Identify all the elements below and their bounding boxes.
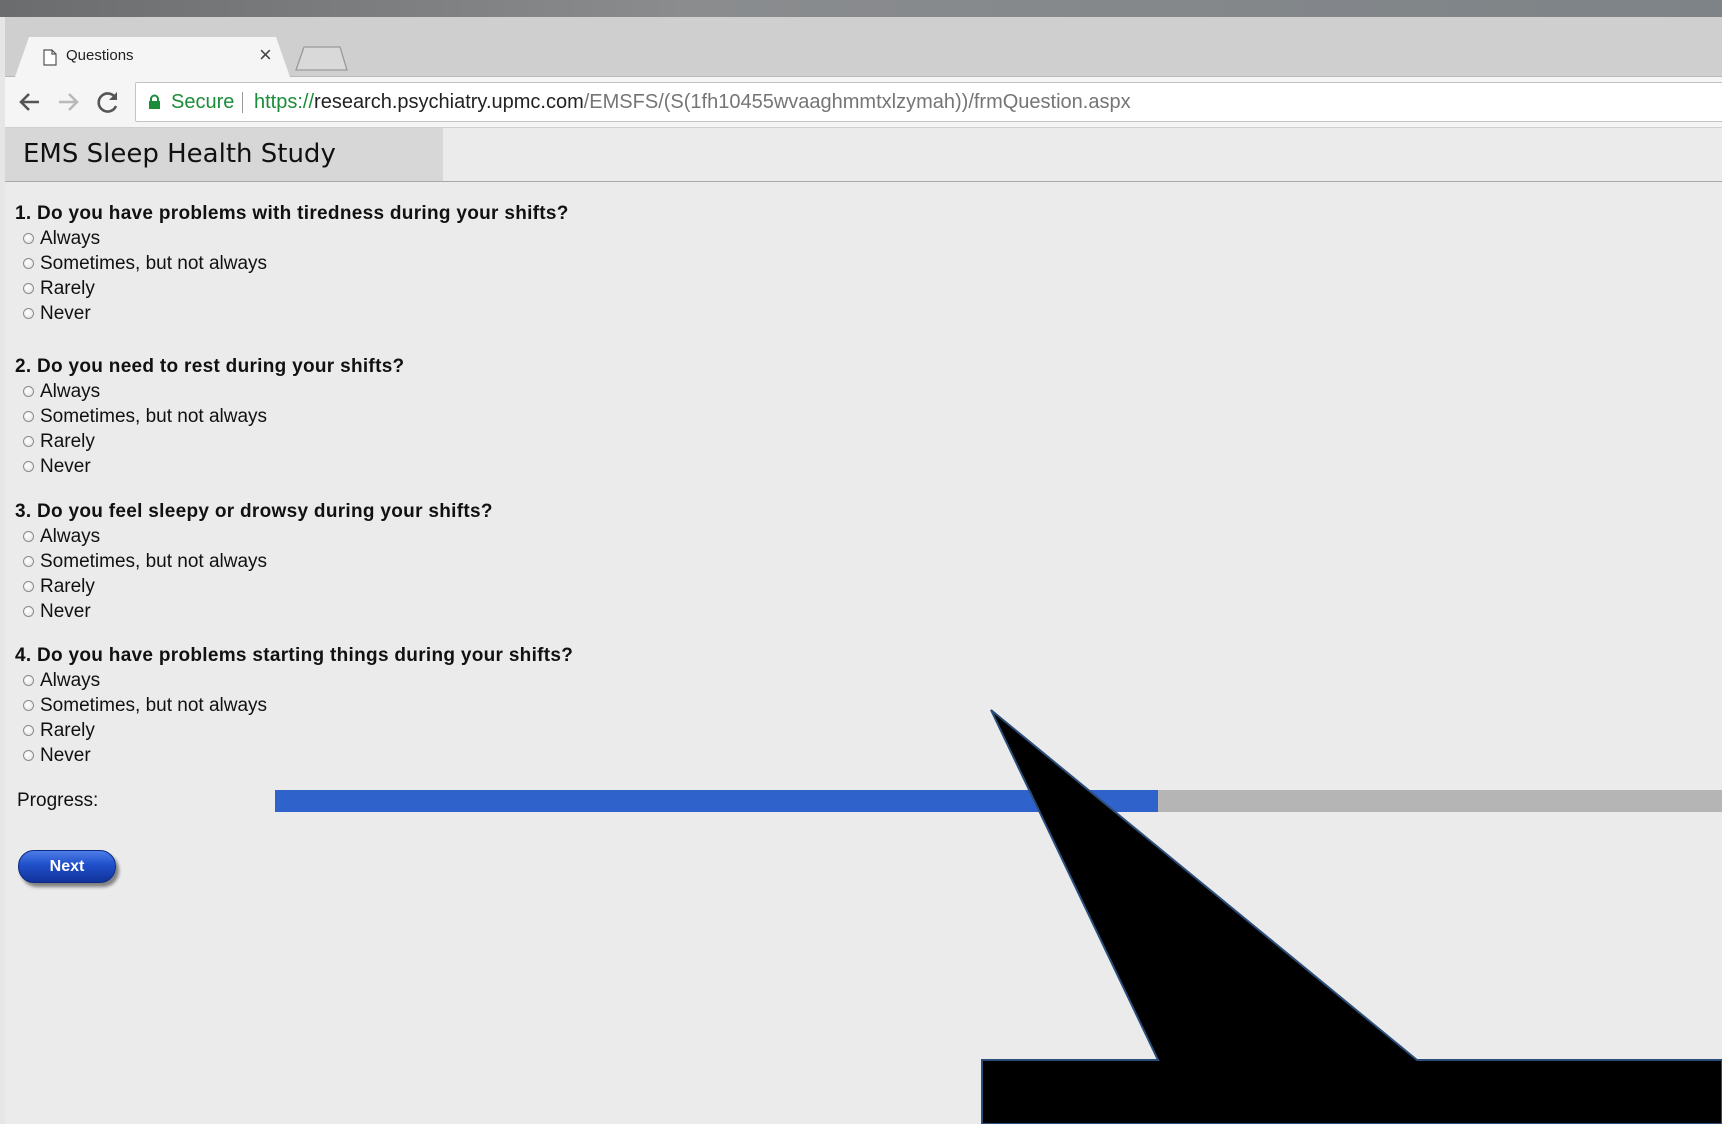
answer-option[interactable]: Never [15,454,404,479]
option-label: Sometimes, but not always [40,551,268,572]
screenshot: Questions × Secure https://research.psyc… [0,0,1722,1124]
radio-button[interactable] [23,411,34,422]
answer-option[interactable]: Always [15,668,573,693]
option-label: Never [40,601,91,622]
question-text: 4. Do you have problems starting things … [15,645,574,666]
radio-button[interactable] [23,606,34,617]
os-top-bar [0,0,1722,17]
browser-toolbar: Secure https://research.psychiatry.upmc.… [5,77,1722,128]
question-1: 1. Do you have problems with tiredness d… [15,202,569,326]
browser-tab[interactable]: Questions × [15,37,290,77]
tab-title: Questions [66,47,134,64]
radio-button[interactable] [23,675,34,686]
question-2: 2. Do you need to rest during your shift… [15,355,404,479]
next-button-label: Next [49,858,85,875]
question-text: 3. Do you feel sleepy or drowsy during y… [15,501,493,522]
progress-label: Progress: [17,790,99,811]
option-label: Rarely [40,720,95,741]
close-icon[interactable]: × [259,44,272,66]
answer-option[interactable]: Never [15,301,569,326]
progress-bar-fill [275,790,1158,812]
radio-button[interactable] [23,531,34,542]
forward-arrow-icon[interactable] [53,87,83,117]
progress-bar [275,790,1722,812]
option-label: Sometimes, but not always [40,695,268,716]
option-label: Always [40,228,101,249]
back-arrow-icon[interactable] [15,87,45,117]
answer-option[interactable]: Rarely [15,429,404,454]
radio-button[interactable] [23,461,34,472]
option-label: Rarely [40,576,95,597]
secure-label: Secure [171,91,235,113]
option-label: Sometimes, but not always [40,406,268,427]
option-label: Sometimes, but not always [40,253,268,274]
answer-option[interactable]: Never [15,743,573,768]
radio-button[interactable] [23,725,34,736]
radio-button[interactable] [23,233,34,244]
option-label: Rarely [40,431,95,452]
answer-option[interactable]: Always [15,226,569,251]
reload-icon[interactable] [93,87,123,117]
answer-option[interactable]: Sometimes, but not always [15,251,569,276]
lock-icon [149,94,160,109]
option-label: Never [40,745,91,766]
answer-option[interactable]: Always [15,379,404,404]
address-bar[interactable]: Secure https://research.psychiatry.upmc.… [135,82,1722,122]
omnibox-divider [242,92,243,113]
radio-button[interactable] [23,283,34,294]
question-text: 1. Do you have problems with tiredness d… [15,203,569,224]
radio-button[interactable] [23,386,34,397]
option-label: Always [40,526,101,547]
page-icon [43,49,57,66]
question-4: 4. Do you have problems starting things … [15,644,573,768]
radio-button[interactable] [23,581,34,592]
option-label: Rarely [40,278,95,299]
option-label: Never [40,303,91,324]
url-path: /EMSFS/(S(1fh10455wvaaghmmtxlzymah))/frm… [583,91,1131,113]
url-text[interactable]: https://research.psychiatry.upmc.com/EMS… [254,91,1131,114]
url-scheme: https:// [254,91,315,113]
site-header: EMS Sleep Health Study [5,128,1722,182]
next-button[interactable]: Next [18,850,116,883]
radio-button[interactable] [23,700,34,711]
answer-option[interactable]: Rarely [15,718,573,743]
answer-option[interactable]: Sometimes, but not always [15,693,573,718]
option-label: Never [40,456,91,477]
option-label: Always [40,381,101,402]
answer-option[interactable]: Rarely [15,276,569,301]
answer-option[interactable]: Rarely [15,574,493,599]
site-title-box: EMS Sleep Health Study [5,128,443,181]
browser-tab-strip: Questions × [5,17,1722,77]
radio-button[interactable] [23,750,34,761]
question-3: 3. Do you feel sleepy or drowsy during y… [15,500,493,624]
new-tab-button[interactable] [294,45,349,71]
question-text: 2. Do you need to rest during your shift… [15,356,405,377]
answer-option[interactable]: Sometimes, but not always [15,549,493,574]
radio-button[interactable] [23,258,34,269]
radio-button[interactable] [23,436,34,447]
answer-option[interactable]: Always [15,524,493,549]
answer-option[interactable]: Never [15,599,493,624]
page-content: EMS Sleep Health Study 1. Do you have pr… [5,128,1722,1124]
radio-button[interactable] [23,308,34,319]
answer-option[interactable]: Sometimes, but not always [15,404,404,429]
site-title: EMS Sleep Health Study [23,139,336,169]
option-label: Always [40,670,101,691]
radio-button[interactable] [23,556,34,567]
url-host: research.psychiatry.upmc.com [314,91,584,113]
